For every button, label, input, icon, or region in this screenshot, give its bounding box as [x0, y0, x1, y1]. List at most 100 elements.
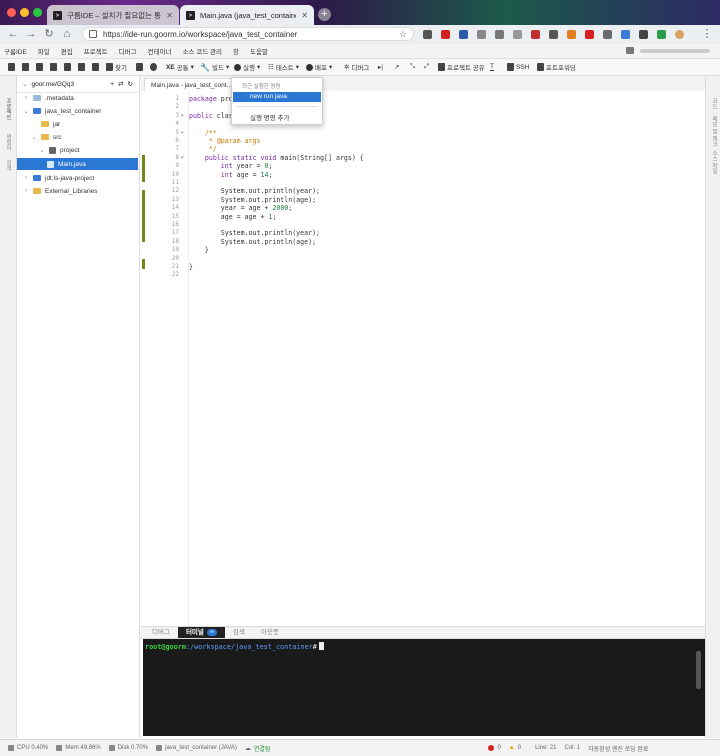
add-run-command-item[interactable]: 실행 명령 추가: [250, 112, 290, 122]
extension-icon[interactable]: [567, 30, 576, 39]
save-as-icon[interactable]: [64, 62, 71, 72]
side-tab-project[interactable]: 프로젝트: [4, 98, 12, 120]
extension-icon[interactable]: [459, 30, 468, 39]
terminal[interactable]: root@goorm:/workspace/java_test_containe…: [143, 639, 705, 736]
menu-item-window[interactable]: 창: [229, 46, 243, 56]
save-all-icon[interactable]: [50, 62, 57, 72]
menu-item-goormide[interactable]: 구름IDE: [0, 46, 31, 56]
settings-gear-icon[interactable]: [150, 62, 157, 72]
browser-menu-icon[interactable]: ⋮: [700, 27, 714, 41]
zoom-window-button[interactable]: [33, 8, 42, 17]
fold-arrow-icon[interactable]: ▾: [181, 129, 184, 137]
terminal-toggle-icon[interactable]: T: [490, 62, 494, 72]
code-editor[interactable]: package pro public clas /** * @param args…: [189, 91, 705, 626]
reload-icon[interactable]: ↻: [42, 27, 56, 41]
menu-item-scm[interactable]: 소스 코드 관리: [179, 46, 227, 56]
extension-icon[interactable]: [513, 30, 522, 39]
extension-icon[interactable]: [423, 30, 432, 39]
layout-icon[interactable]: [626, 47, 634, 54]
menu-item-debug[interactable]: 디버그: [115, 46, 141, 56]
extension-icon[interactable]: [621, 30, 630, 39]
dropdown-divider: [236, 106, 318, 107]
url-input[interactable]: https://ide-run.goorm.io/workspace/java_…: [82, 27, 414, 41]
menu-item-file[interactable]: 파일: [34, 46, 54, 56]
tab-output[interactable]: 아웃풋: [253, 627, 287, 638]
debug-button[interactable]: ✲ 디버그: [344, 62, 369, 72]
close-tab-icon[interactable]: ✕: [166, 11, 173, 20]
run-menu-button[interactable]: 실행 ▾: [234, 62, 260, 72]
extension-icon[interactable]: [639, 30, 648, 39]
close-tab-icon[interactable]: ✕: [301, 11, 308, 20]
warning-count[interactable]: ▲ 0: [509, 745, 521, 751]
fold-arrow-icon[interactable]: ▾: [181, 112, 184, 120]
minimize-window-button[interactable]: [20, 8, 29, 17]
browser-tab-2[interactable]: > Main.java (java_test_container) ✕: [180, 5, 314, 25]
tab-search[interactable]: 검색: [225, 627, 253, 638]
fullscreen-icon[interactable]: ⤢: [424, 62, 429, 72]
debug-step-icon[interactable]: ↗: [394, 62, 399, 72]
new-tab-button[interactable]: +: [318, 8, 331, 21]
refresh-icon[interactable]: ↻: [128, 80, 133, 88]
port-forwarding-button[interactable]: 포트포워딩: [537, 62, 576, 72]
extension-icon[interactable]: [657, 30, 666, 39]
extension-icon[interactable]: [603, 30, 612, 39]
chevron-down-icon[interactable]: ⌄: [22, 80, 27, 88]
project-status[interactable]: java_test_container (JAVA): [156, 745, 237, 751]
tree-item-main-java[interactable]: Main.java: [17, 158, 138, 170]
run-command-item[interactable]: new run java: [233, 92, 321, 102]
extension-icon[interactable]: [495, 30, 504, 39]
tree-item-jdt-project[interactable]: › jdt.ls-java-project: [23, 172, 94, 184]
find-button[interactable]: 찾기: [106, 62, 127, 72]
forward-icon[interactable]: →: [24, 27, 38, 41]
tree-item-jar[interactable]: jar: [31, 118, 60, 130]
share-project-button[interactable]: 프로젝트 공유: [438, 62, 485, 72]
tree-item-project[interactable]: ⌄ project: [39, 144, 80, 156]
export-icon[interactable]: [78, 62, 85, 72]
tab-debug[interactable]: 디버그: [144, 627, 178, 638]
bookmark-star-icon[interactable]: ☆: [399, 29, 407, 40]
print-icon[interactable]: [92, 62, 99, 72]
home-icon[interactable]: ⌂: [60, 27, 74, 41]
collapse-icon[interactable]: ⤡: [410, 62, 415, 72]
open-file-icon[interactable]: [22, 62, 29, 72]
ssh-button[interactable]: SSH: [507, 62, 529, 72]
save-icon[interactable]: [36, 62, 43, 72]
back-icon[interactable]: ←: [6, 27, 20, 41]
test-menu-button[interactable]: ☷ 테스트 ▾: [268, 62, 299, 72]
line-number: 16: [171, 221, 179, 228]
menu-item-container[interactable]: 컨테이너: [144, 46, 176, 56]
menu-item-help[interactable]: 도움말: [246, 46, 272, 56]
extension-icon[interactable]: [585, 30, 594, 39]
new-file-icon[interactable]: [8, 62, 15, 72]
extension-icon[interactable]: [549, 30, 558, 39]
side-tab-search[interactable]: 검색: [4, 160, 12, 171]
terminal-icon[interactable]: [136, 62, 143, 72]
tree-item-external-libraries[interactable]: › External_Libraries: [23, 185, 97, 197]
collapse-tree-icon[interactable]: ⇄: [118, 80, 123, 88]
add-file-icon[interactable]: +: [110, 81, 114, 88]
deploy-menu-button[interactable]: 배포 ▾: [306, 62, 332, 72]
common-menu-button[interactable]: XE 공통 ▾: [166, 62, 194, 73]
tree-item-metadata[interactable]: › .metadata: [23, 92, 74, 104]
menu-item-project[interactable]: 프로젝트: [80, 46, 112, 56]
extension-icon[interactable]: [441, 30, 450, 39]
error-count[interactable]: 0: [488, 745, 501, 751]
terminal-scrollbar[interactable]: [696, 651, 701, 689]
side-tab-code[interactable]: 코드: [710, 98, 718, 109]
build-menu-button[interactable]: 🔧 빌드 ▾: [200, 62, 229, 73]
tab-terminal[interactable]: 터미널 ∞: [177, 627, 225, 638]
extension-icon[interactable]: [477, 30, 486, 39]
avatar[interactable]: [675, 30, 684, 39]
extension-icon[interactable]: [531, 30, 540, 39]
tree-item-java-test-container[interactable]: ⌄ java_test_container: [23, 105, 101, 117]
side-tab-commands[interactable]: 명령어: [4, 134, 12, 151]
fold-arrow-icon[interactable]: ▾: [181, 154, 184, 162]
menu-item-edit[interactable]: 편집: [57, 46, 77, 56]
side-tab-memo[interactable]: 메모 및 체크: [710, 116, 718, 147]
editor-tab-main-java[interactable]: Main.java - java_test_cont...: [144, 78, 239, 92]
browser-tab-1[interactable]: > 구름IDE – 설치가 필요없는 통합개발환경 ✕: [47, 5, 179, 25]
debug-continue-icon[interactable]: ▸|: [378, 62, 383, 72]
close-window-button[interactable]: [7, 8, 16, 17]
tree-item-src[interactable]: ⌄ src: [31, 131, 61, 143]
side-tab-source[interactable]: 소스 파일: [710, 150, 718, 174]
